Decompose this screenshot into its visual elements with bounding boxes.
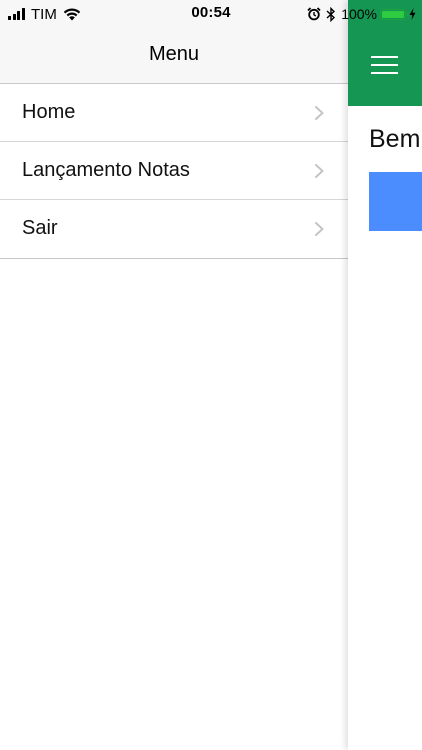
main-content-panel[interactable]: Bem — [348, 0, 422, 750]
app-screen: TIM 00:54 100% Menu Home Lançamento Nota… — [0, 0, 422, 750]
menu-item-home[interactable]: Home — [0, 84, 348, 142]
welcome-text: Bem — [369, 125, 421, 153]
menu-item-label: Home — [22, 101, 76, 123]
side-menu: Menu Home Lançamento Notas Sair — [0, 0, 348, 750]
menu-item-label: Lançamento Notas — [22, 159, 190, 181]
alarm-icon — [307, 7, 321, 21]
menu-item-lancamento-notas[interactable]: Lançamento Notas — [0, 142, 348, 200]
charging-bolt-icon — [409, 8, 416, 20]
battery-fill — [382, 10, 404, 18]
menu-item-label: Sair — [22, 217, 58, 239]
primary-action-button[interactable] — [369, 172, 422, 231]
chevron-right-icon — [315, 222, 324, 236]
bluetooth-icon — [326, 6, 336, 22]
menu-list: Home Lançamento Notas Sair — [0, 84, 348, 259]
chevron-right-icon — [315, 106, 324, 120]
menu-item-sair[interactable]: Sair — [0, 200, 348, 259]
battery-percent: 100% — [341, 6, 377, 22]
battery-tip — [407, 11, 409, 16]
hamburger-menu-icon[interactable] — [371, 56, 398, 76]
status-right: 100% — [307, 5, 416, 23]
status-bar: TIM 00:54 100% — [0, 0, 422, 28]
battery-icon — [380, 8, 409, 20]
menu-title: Menu — [148, 43, 200, 65]
chevron-right-icon — [315, 164, 324, 178]
